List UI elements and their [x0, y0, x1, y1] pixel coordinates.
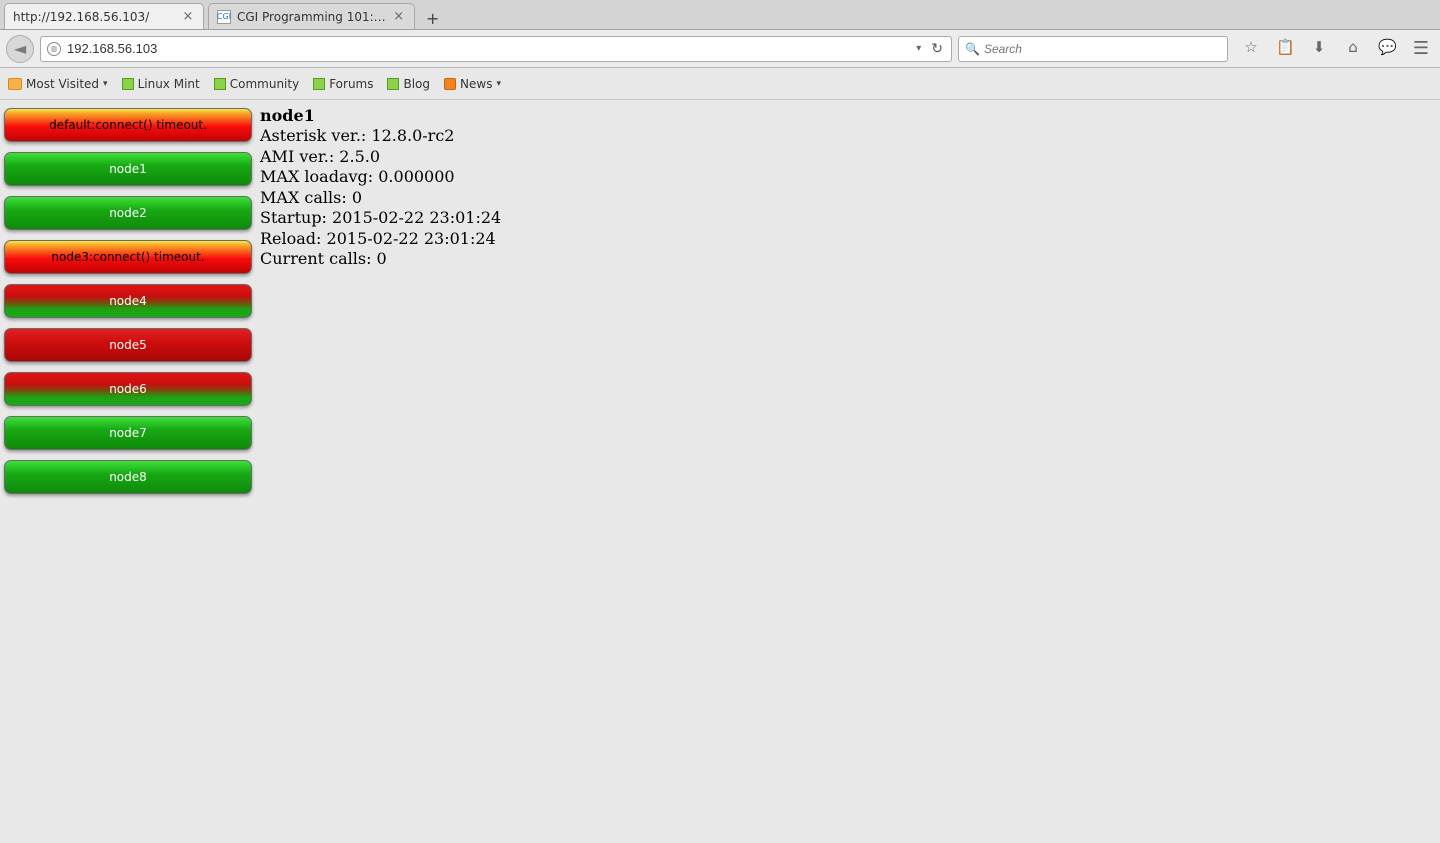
search-icon: 🔍: [965, 42, 980, 56]
bookmark-label: Community: [230, 77, 299, 91]
bookmark-star-icon[interactable]: ☆: [1242, 38, 1260, 59]
bookmark-label: Forums: [329, 77, 373, 91]
cgi-favicon-icon: CGI: [217, 10, 231, 24]
node-8[interactable]: node8: [4, 460, 252, 494]
chevron-down-icon: ▾: [103, 79, 108, 89]
node-label: node5: [109, 338, 147, 352]
url-dropdown-icon[interactable]: ▾: [914, 43, 923, 54]
tab-1-title: CGI Programming 101:…: [237, 10, 386, 24]
tab-1[interactable]: CGI CGI Programming 101:… ×: [208, 3, 415, 29]
bookmark-linux-mint[interactable]: Linux Mint: [122, 77, 200, 91]
node-label: node1: [109, 162, 147, 176]
detail-current-calls: Current calls: 0: [260, 249, 501, 269]
node-list: default:connect() timeout. node1 node2 n…: [0, 100, 256, 843]
url-bar[interactable]: ◍ ▾ ↻: [40, 36, 952, 62]
bookmark-label: Blog: [403, 77, 430, 91]
new-tab-button[interactable]: +: [421, 7, 445, 29]
node-7[interactable]: node7: [4, 416, 252, 450]
bookmark-label: Most Visited: [26, 77, 99, 91]
mint-icon: [122, 78, 134, 90]
node-6[interactable]: node6: [4, 372, 252, 406]
bookmark-community[interactable]: Community: [214, 77, 299, 91]
reload-icon[interactable]: ↻: [929, 41, 945, 57]
node-3[interactable]: node3:connect() timeout.: [4, 240, 252, 274]
detail-asterisk: Asterisk ver.: 12.8.0-rc2: [260, 126, 501, 146]
node-label: node8: [109, 470, 147, 484]
mint-icon: [214, 78, 226, 90]
chevron-down-icon: ▾: [496, 79, 501, 89]
rss-icon: [444, 78, 456, 90]
close-icon[interactable]: ×: [181, 10, 195, 24]
node-label: node4: [109, 294, 147, 308]
node-4[interactable]: node4: [4, 284, 252, 318]
bookmark-blog[interactable]: Blog: [387, 77, 430, 91]
arrow-left-icon: ◄: [14, 39, 26, 58]
bookmark-news[interactable]: News ▾: [444, 77, 501, 91]
nav-bar: ◄ ◍ ▾ ↻ 🔍 ☆ 📋 ⬇ ⌂ 💬 ☰: [0, 30, 1440, 68]
node-label: node3:connect() timeout.: [51, 250, 204, 264]
tab-0[interactable]: http://192.168.56.103/ ×: [4, 3, 204, 29]
download-icon[interactable]: ⬇: [1310, 38, 1328, 59]
search-bar[interactable]: 🔍: [958, 36, 1228, 62]
detail-reload: Reload: 2015-02-22 23:01:24: [260, 229, 501, 249]
bookmark-label: News: [460, 77, 492, 91]
tab-strip: http://192.168.56.103/ × CGI CGI Program…: [0, 0, 1440, 30]
node-label: node7: [109, 426, 147, 440]
node-detail: node1 Asterisk ver.: 12.8.0-rc2 AMI ver.…: [256, 100, 505, 843]
mint-icon: [313, 78, 325, 90]
node-5[interactable]: node5: [4, 328, 252, 362]
hamburger-icon[interactable]: ☰: [1412, 38, 1430, 59]
back-button[interactable]: ◄: [6, 35, 34, 63]
bookmark-most-visited[interactable]: Most Visited ▾: [8, 77, 108, 91]
bookmark-label: Linux Mint: [138, 77, 200, 91]
toolbar-icons: ☆ 📋 ⬇ ⌂ 💬 ☰: [1242, 38, 1430, 59]
chat-icon[interactable]: 💬: [1378, 38, 1396, 59]
node-1[interactable]: node1: [4, 152, 252, 186]
page-content: default:connect() timeout. node1 node2 n…: [0, 100, 1440, 843]
detail-ami: AMI ver.: 2.5.0: [260, 147, 501, 167]
detail-title: node1: [260, 106, 501, 126]
node-label: node6: [109, 382, 147, 396]
mint-icon: [387, 78, 399, 90]
folder-icon: [8, 78, 22, 90]
tab-0-title: http://192.168.56.103/: [13, 10, 175, 24]
node-default[interactable]: default:connect() timeout.: [4, 108, 252, 142]
clipboard-icon[interactable]: 📋: [1276, 38, 1294, 59]
globe-icon: ◍: [47, 42, 61, 56]
detail-max-calls: MAX calls: 0: [260, 188, 501, 208]
node-label: node2: [109, 206, 147, 220]
bookmarks-bar: Most Visited ▾ Linux Mint Community Foru…: [0, 68, 1440, 100]
url-input[interactable]: [67, 41, 908, 56]
node-2[interactable]: node2: [4, 196, 252, 230]
detail-max-loadavg: MAX loadavg: 0.000000: [260, 167, 501, 187]
node-label: default:connect() timeout.: [49, 118, 207, 132]
home-icon[interactable]: ⌂: [1344, 38, 1362, 59]
bookmark-forums[interactable]: Forums: [313, 77, 373, 91]
search-input[interactable]: [984, 42, 1221, 56]
detail-startup: Startup: 2015-02-22 23:01:24: [260, 208, 501, 228]
close-icon[interactable]: ×: [392, 10, 406, 24]
